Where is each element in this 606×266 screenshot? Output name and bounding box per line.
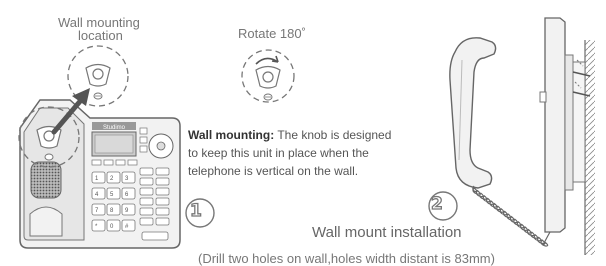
handset: [449, 37, 497, 189]
function-key: [155, 207, 170, 216]
description-line-2: to keep this unit in place when the: [188, 146, 369, 160]
function-key: [139, 207, 154, 216]
keypad-key: 9: [121, 203, 136, 216]
phone-brand: Studimo: [103, 125, 126, 131]
keypad-key: #: [121, 219, 136, 232]
description-line-3: telephone is vertical on the wall.: [188, 164, 359, 178]
keypad-key: 7: [91, 203, 106, 216]
function-key: [139, 167, 154, 176]
keypad-key: 8: [106, 203, 121, 216]
keypad-key: 4: [91, 187, 106, 200]
coiled-cord: [472, 185, 551, 247]
keypad-key: 2: [106, 171, 121, 184]
wall-mount-diagram: Studimo 1 2 3 4 5 6 7 8 9 * 0 # Wall mou…: [0, 0, 606, 265]
keypad-key: 6: [121, 187, 136, 200]
wall-mount-installation-label: Wall mount installation: [312, 224, 462, 241]
function-key: [155, 197, 170, 206]
wall: [584, 40, 595, 255]
rotate-label: Rotate 180˚: [238, 26, 306, 41]
wall-mounted-phone: [539, 17, 591, 233]
function-key: [155, 167, 170, 176]
keypad-key: 5: [106, 187, 121, 200]
function-key: [139, 217, 154, 226]
drill-note: (Drill two holes on wall,holes width dis…: [198, 251, 495, 266]
keypad-key: 1: [91, 171, 106, 184]
function-key: [139, 187, 154, 196]
step-1-number: 1: [189, 201, 202, 221]
function-key: [155, 177, 170, 186]
rotated-knob-circle: [241, 49, 295, 103]
location-label: location: [78, 28, 123, 43]
description-bold: Wall mounting:: [188, 128, 275, 142]
function-key: [155, 187, 170, 196]
desk-phone: Studimo 1 2 3 4 5 6 7 8 9 * 0 #: [19, 99, 181, 249]
keypad-key: 3: [121, 171, 136, 184]
description-line-1-text: The knob is designed: [274, 128, 392, 142]
description-line-1: Wall mounting: The knob is designed: [188, 129, 391, 141]
function-key: [139, 197, 154, 206]
keypad-key: *: [91, 219, 106, 232]
function-key: [155, 217, 170, 226]
keypad-key: 0: [106, 219, 121, 232]
function-key: [139, 177, 154, 186]
step-2-number: 2: [430, 194, 443, 214]
